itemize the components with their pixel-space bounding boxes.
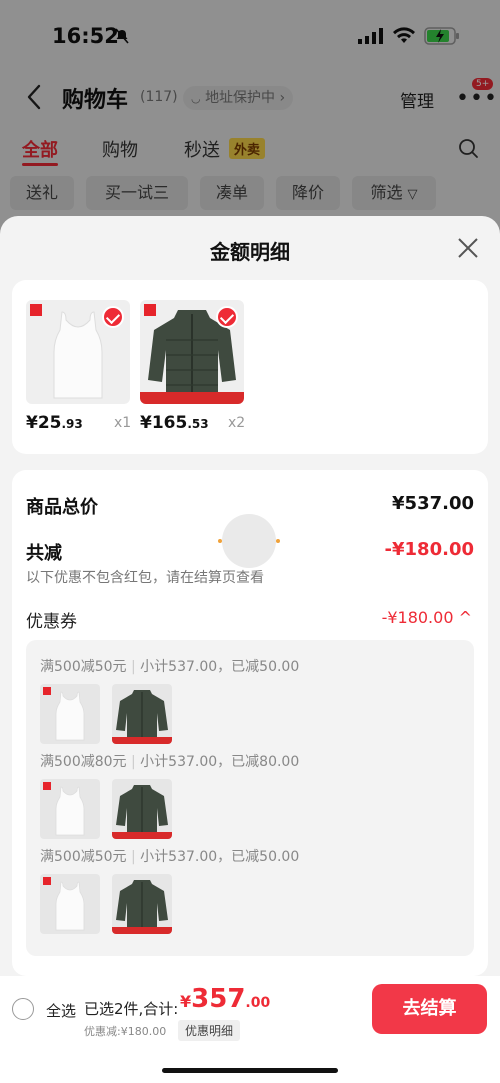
- select-all-radio[interactable]: [12, 998, 34, 1020]
- coupon-group-text: 满500减50元 | 小计537.00，已减50.00: [40, 849, 300, 865]
- mini-product-down-jacket: [112, 874, 172, 934]
- checkout-bar: 全选 已选2件,合计: ¥357.00 优惠减:¥180.00 优惠明细 去结算: [0, 976, 500, 1083]
- discount-label: 共减: [26, 543, 62, 564]
- mini-product-down-jacket: [112, 779, 172, 839]
- coupon-group-text: 满500减50元 | 小计537.00，已减50.00: [40, 659, 300, 675]
- mini-product-tank-top: [40, 779, 100, 839]
- product-quantity: x2: [228, 415, 246, 431]
- selected-check-icon[interactable]: [216, 306, 238, 328]
- discount-summary: 优惠减:¥180.00: [84, 1025, 167, 1038]
- product-quantity: x1: [114, 415, 132, 431]
- product-price: ¥25.93: [26, 413, 83, 433]
- mini-product-tank-top: [40, 874, 100, 934]
- total-amount: ¥357.00: [180, 984, 271, 1014]
- product-price: ¥165.53: [140, 413, 209, 433]
- selected-check-icon[interactable]: [102, 306, 124, 328]
- loading-indicator: [222, 514, 276, 568]
- coupon-toggle[interactable]: -¥180.00 ^: [382, 608, 472, 627]
- discount-value: -¥180.00: [384, 539, 474, 560]
- coupon-label: 优惠券: [26, 612, 77, 632]
- amount-detail-sheet: 金额明细 ¥25.93 x1 ¥165.53 x2 商品总价 ¥537.00 共…: [0, 216, 500, 1083]
- product-image-down-jacket: [140, 300, 244, 404]
- mini-product-tank-top: [40, 684, 100, 744]
- product-item[interactable]: ¥165.53 x2: [140, 300, 245, 433]
- total-price-value: ¥537.00: [392, 493, 474, 514]
- brand-logo: [30, 304, 42, 316]
- total-price-label: 商品总价: [26, 497, 98, 518]
- price-breakdown-card: 商品总价 ¥537.00 共减 -¥180.00 以下优惠不包含红包，请在结算页…: [12, 470, 488, 976]
- home-indicator[interactable]: [162, 1068, 338, 1073]
- sheet-title: 金额明细: [210, 240, 290, 264]
- discount-note: 以下优惠不包含红包，请在结算页查看: [26, 570, 264, 586]
- select-all-label[interactable]: 全选: [46, 1000, 76, 1021]
- checkout-button[interactable]: 去结算: [372, 984, 487, 1034]
- mini-product-down-jacket: [112, 684, 172, 744]
- selected-summary: 已选2件,合计:: [84, 1000, 179, 1018]
- coupon-groups: 满500减50元 | 小计537.00，已减50.00 满500减80元 | 小…: [26, 640, 474, 956]
- product-item[interactable]: ¥25.93 x1: [26, 300, 131, 433]
- loading-dot: [276, 539, 280, 543]
- loading-dot: [218, 539, 222, 543]
- discount-detail-button[interactable]: 优惠明细: [178, 1020, 241, 1041]
- coupon-group-text: 满500减80元 | 小计537.00，已减80.00: [40, 754, 300, 770]
- close-icon[interactable]: [456, 236, 480, 260]
- selected-products-card: ¥25.93 x1 ¥165.53 x2: [12, 280, 488, 454]
- product-image-tank-top: [26, 300, 130, 404]
- brand-logo: [144, 304, 156, 316]
